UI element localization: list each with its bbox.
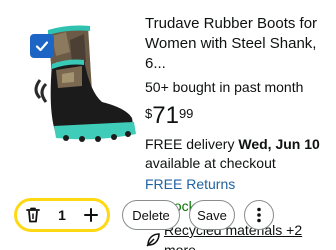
purchase-count: 50+ bought in past month: [145, 79, 304, 95]
trash-icon[interactable]: [25, 207, 41, 223]
delete-button[interactable]: Delete: [122, 200, 180, 230]
save-button[interactable]: Save: [189, 200, 235, 230]
more-options-icon: [257, 207, 261, 223]
delivery-prefix: FREE delivery: [145, 136, 239, 152]
more-options-button[interactable]: [244, 200, 274, 230]
delivery-date: Wed, Jun 10: [238, 136, 320, 152]
plus-icon[interactable]: [83, 207, 99, 223]
cart-item: Trudave Rubber Boots for Women with Stee…: [0, 0, 336, 250]
price: $ 71 99: [145, 103, 331, 131]
price-whole: 71: [152, 102, 179, 129]
product-title[interactable]: Trudave Rubber Boots for Women with Stee…: [145, 14, 331, 74]
delivery-info: FREE delivery Wed, Jun 10 available at c…: [145, 135, 331, 173]
quantity-stepper[interactable]: 1: [14, 198, 110, 232]
leaf-icon: [145, 232, 161, 248]
select-checkbox[interactable]: [30, 34, 54, 58]
free-returns-link[interactable]: FREE Returns: [145, 174, 331, 194]
product-thumbnail[interactable]: [12, 12, 138, 192]
price-fraction: 99: [178, 106, 194, 121]
item-actions: 1 Delete Save: [14, 198, 274, 232]
checkmark-icon: [35, 41, 49, 52]
price-symbol: $: [145, 106, 153, 121]
quantity-value: 1: [58, 207, 66, 223]
delivery-suffix: available at checkout: [145, 155, 276, 171]
